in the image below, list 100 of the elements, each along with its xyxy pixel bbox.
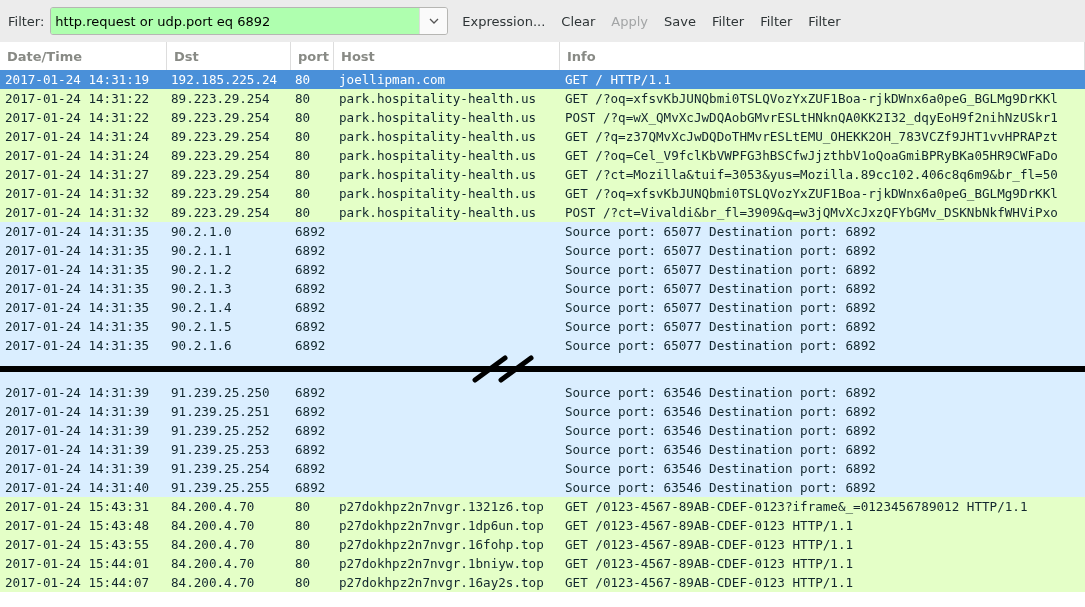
table-cell-text: 192.185.225.24: [170, 72, 279, 87]
table-cell-text: p27dokhpz2n7nvgr.1dp6un.top: [338, 518, 545, 533]
table-cell-text: GET /0123-4567-89AB-CDEF-0123 HTTP/1.1: [564, 537, 855, 552]
table-cell-text: Source port: 65077 Destination port: 6892: [564, 224, 877, 239]
table-cell-text: Source port: 65077 Destination port: 6892: [564, 281, 877, 296]
table-cell-text: 2017-01-24 14:31:35: [4, 338, 151, 353]
packet-row[interactable]: 2017-01-24 15:43:48 84.200.4.70 80 p27dokhpz2n7nvgr.1dp6un.top GET /0123-4567-89AB-CDEF-0123 HTTP/1.1: [0, 516, 1085, 535]
packet-row[interactable]: 2017-01-24 14:31:35 90.2.1.6 6892 Source port: 65077 Destination port: 6892: [0, 336, 1085, 355]
table-cell-text: 89.223.29.254: [170, 129, 271, 144]
table-cell-text: 6892: [294, 281, 327, 296]
table-cell-text: p27dokhpz2n7nvgr.16ay2s.top: [338, 575, 545, 590]
table-cell-text: 91.239.25.255: [170, 480, 271, 495]
table-cell-text: GET / HTTP/1.1: [564, 72, 673, 87]
packet-row[interactable]: 2017-01-24 14:31:35 90.2.1.4 6892 Source port: 65077 Destination port: 6892: [0, 298, 1085, 317]
table-cell-text: 2017-01-24 14:31:19: [4, 72, 151, 87]
packet-row[interactable]: 2017-01-24 14:31:35 90.2.1.3 6892 Source port: 65077 Destination port: 6892: [0, 279, 1085, 298]
table-cell-text: GET /?q=z37QMvXcJwDQDoTHMvrESLtEMU_OHEKK2OH_783VCZf9JHT1vvHPRAPzt: [564, 129, 1059, 144]
packet-row[interactable]: 2017-01-24 15:43:31 84.200.4.70 80 p27dokhpz2n7nvgr.1321z6.top GET /0123-4567-89AB-CDEF-0123?iframe&_=0123456789012 HTTP/1.1: [0, 497, 1085, 516]
table-cell-text: 90.2.1.6: [170, 338, 233, 353]
table-cell-text: POST /?q=wX_QMvXcJwDQAobGMvrESLtHNknQA0KK2I32_dqyEoH9f2nihNzUSkr1: [564, 110, 1059, 125]
table-cell-text: 89.223.29.254: [170, 167, 271, 182]
table-cell-text: GET /0123-4567-89AB-CDEF-0123 HTTP/1.1: [564, 518, 855, 533]
packet-row[interactable]: 2017-01-24 15:44:07 84.200.4.70 80 p27dokhpz2n7nvgr.16ay2s.top GET /0123-4567-89AB-CDEF-0123 HTTP/1.1: [0, 573, 1085, 592]
packet-row[interactable]: 2017-01-24 14:31:22 89.223.29.254 80 park.hospitality-health.us GET /?oq=xfsvKbJUNQbmi0TSLQVozYxZUF1Boa-rjkDWnx6a0peG_BGLMg9DrKKl: [0, 89, 1085, 108]
packet-row[interactable]: 2017-01-24 14:31:35 90.2.1.5 6892 Source port: 65077 Destination port: 6892: [0, 317, 1085, 336]
table-cell-text: 91.239.25.253: [170, 442, 271, 457]
table-cell-text: 2017-01-24 15:43:48: [4, 518, 151, 533]
packet-row[interactable]: 2017-01-24 14:31:24 89.223.29.254 80 park.hospitality-health.us GET /?oq=Cel_V9fclKbVWPFG3hBSCfwJjzthbV1oQoaGmiBPRyBKa05HR9CWFaDo: [0, 146, 1085, 165]
packet-row[interactable]: 2017-01-24 14:31:35 90.2.1.2 6892 Source port: 65077 Destination port: 6892: [0, 260, 1085, 279]
table-cell-text: 80: [294, 518, 312, 533]
filter-field[interactable]: http.request or udp.port eq 6892: [50, 7, 449, 35]
table-cell-text: 6892: [294, 262, 327, 277]
packet-row[interactable]: 2017-01-24 15:44:01 84.200.4.70 80 p27dokhpz2n7nvgr.1bniyw.top GET /0123-4567-89AB-CDEF-0123 HTTP/1.1: [0, 554, 1085, 573]
table-cell-text: 6892: [294, 319, 327, 334]
table-cell-text: 80: [294, 148, 312, 163]
packet-row[interactable]: 2017-01-24 14:31:39 91.239.25.254 6892 Source port: 63546 Destination port: 6892: [0, 459, 1085, 478]
table-cell-text: 2017-01-24 14:31:39: [4, 442, 151, 457]
table-cell-text: 80: [294, 575, 312, 590]
packet-row[interactable]: 2017-01-24 15:43:55 84.200.4.70 80 p27dokhpz2n7nvgr.16fohp.top GET /0123-4567-89AB-CDEF-0123 HTTP/1.1: [0, 535, 1085, 554]
toolbar-button[interactable]: Filter: [800, 9, 849, 33]
packet-row[interactable]: 2017-01-24 14:31:22 89.223.29.254 80 park.hospitality-health.us POST /?q=wX_QMvXcJwDQAobGMvrESLtHNknQA0KK2I32_dqyEoH9f2nihNzUSkr1: [0, 108, 1085, 127]
packet-row[interactable]: 2017-01-24 14:31:39 91.239.25.251 6892 Source port: 63546 Destination port: 6892: [0, 402, 1085, 421]
table-cell-text: GET /?oq=xfsvKbJUNQbmi0TSLQVozYxZUF1Boa-rjkDWnx6a0peG_BGLMg9DrKKl: [564, 91, 1059, 106]
table-cell-text: POST /?ct=Vivaldi&br_fl=3909&q=w3jQMvXcJxzQFYbGMv_DSKNbNkfWHViPxo: [564, 205, 1059, 220]
table-cell-text: 2017-01-24 14:31:24: [4, 129, 151, 144]
table-cell-text: 90.2.1.4: [170, 300, 233, 315]
table-cell-text: GET /?oq=xfsvKbJUNQbmi0TSLQVozYxZUF1Boa-rjkDWnx6a0peG_BGLMg9DrKKl: [564, 186, 1059, 201]
table-cell-text: 2017-01-24 14:31:40: [4, 480, 151, 495]
table-cell-text: 6892: [294, 300, 327, 315]
toolbar-button[interactable]: Clear: [553, 9, 604, 33]
table-cell-text: park.hospitality-health.us: [338, 148, 538, 163]
packet-row[interactable]: 2017-01-24 14:31:32 89.223.29.254 80 park.hospitality-health.us POST /?ct=Vivaldi&br_fl=3909&q=w3jQMvXcJxzQFYbGMv_DSKNbNkfWHViPxo: [0, 203, 1085, 222]
table-cell-text: 91.239.25.254: [170, 461, 271, 476]
table-cell-text: Source port: 65077 Destination port: 6892: [564, 338, 877, 353]
table-cell-text: 2017-01-24 14:31:35: [4, 243, 151, 258]
table-cell-text: 91.239.25.252: [170, 423, 271, 438]
table-cell-text: park.hospitality-health.us: [338, 186, 538, 201]
toolbar-button[interactable]: Save: [656, 9, 704, 33]
table-cell-text: 2017-01-24 14:31:39: [4, 404, 151, 419]
packet-row[interactable]: 2017-01-24 14:31:39 91.239.25.250 6892 Source port: 63546 Destination port: 6892: [0, 383, 1085, 402]
table-cell-text: Source port: 63546 Destination port: 6892: [564, 423, 877, 438]
table-cell-text: park.hospitality-health.us: [338, 129, 538, 144]
packet-row[interactable]: 2017-01-24 14:31:35 90.2.1.0 6892 Source port: 65077 Destination port: 6892: [0, 222, 1085, 241]
table-cell-text: 2017-01-24 14:31:24: [4, 148, 151, 163]
chevron-icon: [428, 18, 439, 24]
table-cell-text: 90.2.1.2: [170, 262, 233, 277]
table-cell-text: park.hospitality-health.us: [338, 91, 538, 106]
table-cell-text: 2017-01-24 14:31:22: [4, 91, 151, 106]
table-cell-text: Source port: 63546 Destination port: 6892: [564, 480, 877, 495]
table-cell-text: Source port: 65077 Destination port: 6892: [564, 300, 877, 315]
toolbar-button[interactable]: Expression...: [454, 9, 554, 33]
table-cell-text: 2017-01-24 14:31:32: [4, 205, 151, 220]
table-cell-text: 6892: [294, 404, 327, 419]
table-cell-text: 84.200.4.70: [170, 537, 256, 552]
table-cell-text: 2017-01-24 15:44:01: [4, 556, 151, 571]
filter-label: Filter:: [8, 13, 45, 29]
packet-row[interactable]: 2017-01-24 14:31:39 91.239.25.253 6892 Source port: 63546 Destination port: 6892: [0, 440, 1085, 459]
table-cell-text: 80: [294, 167, 312, 182]
packet-row[interactable]: 2017-01-24 14:31:32 89.223.29.254 80 park.hospitality-health.us GET /?oq=xfsvKbJUNQbmi0TSLQVozYxZUF1Boa-rjkDWnx6a0peG_BGLMg9DrKKl: [0, 184, 1085, 203]
table-cell-text: 6892: [294, 224, 327, 239]
table-cell-text: p27dokhpz2n7nvgr.16fohp.top: [338, 537, 545, 552]
table-cell-text: 6892: [294, 338, 327, 353]
table-cell-text: 84.200.4.70: [170, 556, 256, 571]
table-cell-text: 80: [294, 537, 312, 552]
table-cell-text: GET /0123-4567-89AB-CDEF-0123?iframe&_=0123456789012 HTTP/1.1: [564, 499, 1029, 514]
packet-row[interactable]: 2017-01-24 14:31:27 89.223.29.254 80 park.hospitality-health.us GET /?ct=Mozilla&tuif=3053&yus=Mozilla.89cc102.406c8q6m9&br_fl=50: [0, 165, 1085, 184]
dropdown-button[interactable]: [419, 8, 448, 34]
table-cell-text: GET /0123-4567-89AB-CDEF-0123 HTTP/1.1: [564, 556, 855, 571]
toolbar-button[interactable]: Filter: [752, 9, 801, 33]
table-cell-text: 2017-01-24 14:31:32: [4, 186, 151, 201]
toolbar-button[interactable]: Filter: [703, 9, 753, 33]
table-cell-text: 80: [294, 205, 312, 220]
table-cell-text: Source port: 65077 Destination port: 6892: [564, 243, 877, 258]
table-cell-text: 6892: [294, 243, 327, 258]
packet-row[interactable]: 2017-01-24 14:31:40 91.239.25.255 6892 Source port: 63546 Destination port: 6892: [0, 478, 1085, 497]
packet-row[interactable]: 2017-01-24 14:31:35 90.2.1.1 6892 Source port: 65077 Destination port: 6892: [0, 241, 1085, 260]
table-cell-text: Source port: 65077 Destination port: 6892: [564, 319, 877, 334]
packet-row[interactable]: 2017-01-24 14:31:39 91.239.25.252 6892 Source port: 63546 Destination port: 6892: [0, 421, 1085, 440]
packet-row[interactable]: 2017-01-24 14:31:24 89.223.29.254 80 park.hospitality-health.us GET /?q=z37QMvXcJwDQDoTHMvrESLtEMU_OHEKK2OH_783VCZf9JHT1vvHPRAPzt: [0, 127, 1085, 146]
table-cell-text: 80: [294, 91, 312, 106]
